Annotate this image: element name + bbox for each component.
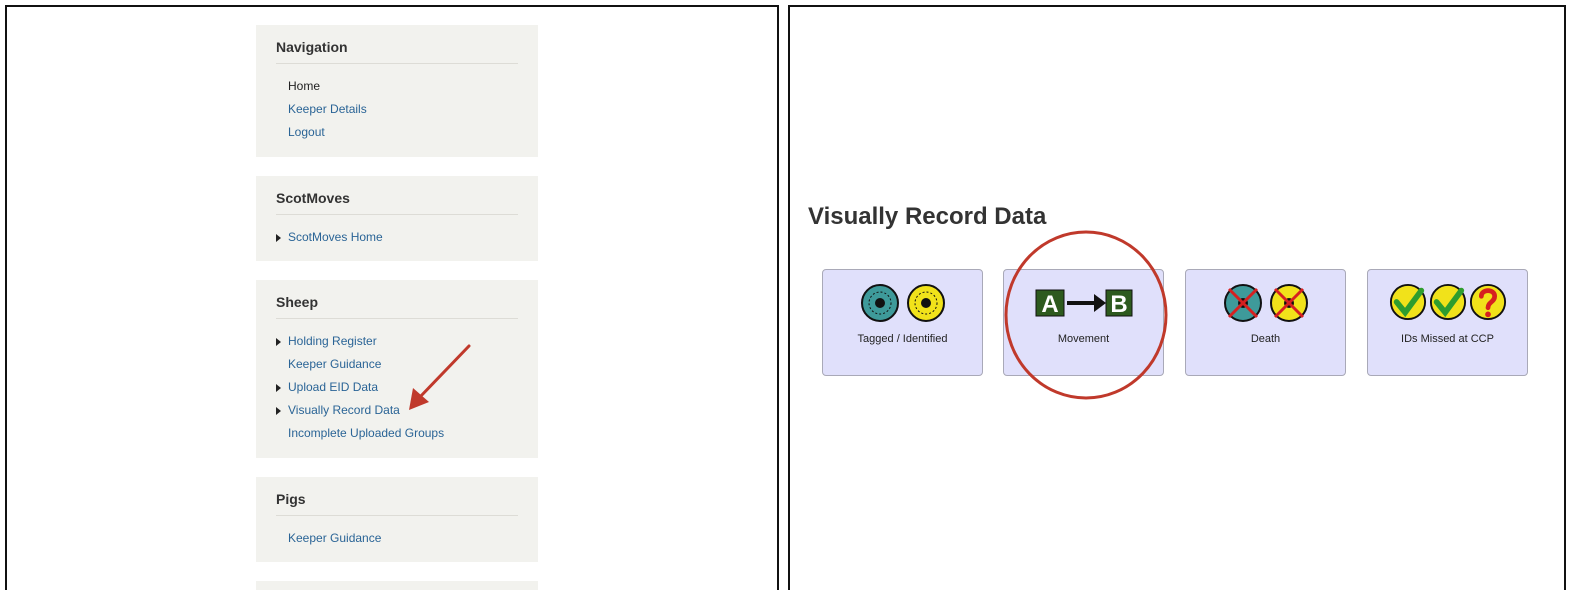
- sheep-keeper-guidance-link[interactable]: Keeper Guidance: [276, 353, 518, 376]
- death-tag-icon: [1186, 283, 1345, 323]
- teal-tag-icon: [860, 284, 899, 322]
- yellow-tag-icon: [906, 284, 945, 322]
- tile-label: Death: [1250, 333, 1281, 345]
- holding-register-label: Holding Register: [288, 334, 377, 348]
- sheep-upload-eid-link[interactable]: Upload EID Data: [276, 376, 518, 399]
- nav-logout-link[interactable]: Logout: [276, 121, 518, 144]
- right-screenshot-panel: Visually Record Data Tagged / Identified…: [788, 5, 1566, 590]
- pigs-keeper-guidance-link[interactable]: Keeper Guidance: [276, 527, 518, 550]
- expand-arrow-icon: [276, 234, 281, 242]
- left-screenshot-panel: Navigation Home Keeper Details Logout Sc…: [5, 5, 779, 590]
- tile-death[interactable]: Death: [1185, 269, 1346, 376]
- annotation-arrow-icon: [409, 344, 471, 410]
- tile-ids-missed[interactable]: IDs Missed at CCP: [1367, 269, 1528, 376]
- next-block-partial: [256, 581, 538, 590]
- sheep-incomplete-groups-link[interactable]: Incomplete Uploaded Groups: [276, 422, 518, 445]
- expand-arrow-icon: [276, 338, 281, 346]
- nav-home-link[interactable]: Home: [276, 75, 518, 98]
- nav-keeper-details-link[interactable]: Keeper Details: [276, 98, 518, 121]
- expand-arrow-icon: [276, 384, 281, 392]
- yellow-crossed-tag-icon: [1269, 284, 1308, 322]
- annotation-circle-icon: [1004, 230, 1168, 400]
- scotmoves-block-title: ScotMoves: [276, 190, 518, 215]
- question-tag-icon: [1469, 283, 1506, 321]
- upload-eid-label: Upload EID Data: [288, 380, 379, 394]
- sheep-block: Sheep Holding Register Keeper Guidance U…: [256, 280, 538, 458]
- tile-tagged-identified[interactable]: Tagged / Identified: [822, 269, 983, 376]
- checked-tag-icon: [1389, 283, 1426, 321]
- navigation-block: Navigation Home Keeper Details Logout: [256, 25, 538, 157]
- scotmoves-home-label: ScotMoves Home: [288, 230, 383, 244]
- pigs-block-title: Pigs: [276, 491, 518, 516]
- page-title: Visually Record Data: [808, 203, 1047, 230]
- scotmoves-home-link[interactable]: ScotMoves Home: [276, 226, 518, 249]
- visually-record-label: Visually Record Data: [288, 403, 400, 417]
- scotmoves-block: ScotMoves ScotMoves Home: [256, 176, 538, 261]
- sheep-holding-register-link[interactable]: Holding Register: [276, 330, 518, 353]
- tagged-icon: [823, 283, 982, 323]
- sheep-block-title: Sheep: [276, 294, 518, 319]
- expand-arrow-icon: [276, 407, 281, 415]
- tile-label: Tagged / Identified: [857, 333, 948, 345]
- navigation-block-title: Navigation: [276, 39, 518, 64]
- sheep-visually-record-link[interactable]: Visually Record Data: [276, 399, 518, 422]
- pigs-block: Pigs Keeper Guidance: [256, 477, 538, 562]
- teal-crossed-tag-icon: [1223, 284, 1262, 322]
- tile-label: IDs Missed at CCP: [1401, 333, 1494, 345]
- checked-tag-icon: [1429, 283, 1466, 321]
- missed-id-icon: [1368, 283, 1527, 321]
